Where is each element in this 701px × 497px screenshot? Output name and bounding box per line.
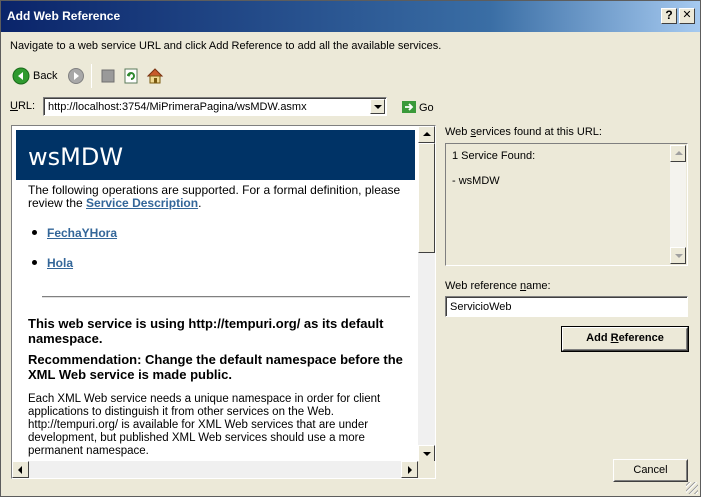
reference-name-label: Web reference name: <box>445 280 551 292</box>
refresh-icon[interactable] <box>122 67 140 85</box>
intro-text: The following operations are supported. … <box>28 183 401 210</box>
arrow-up-icon <box>423 132 431 136</box>
list-item: Hola <box>32 256 73 270</box>
reference-name-input[interactable] <box>445 296 688 317</box>
intro-paragraph: The following operations are supported. … <box>28 184 413 210</box>
arrow-down-icon <box>675 254 683 258</box>
home-icon[interactable] <box>146 67 164 85</box>
scroll-left-button[interactable] <box>12 461 29 478</box>
scroll-down-button <box>670 247 686 264</box>
intro-end: . <box>198 196 202 210</box>
page-header-band: wsMDW <box>16 130 415 180</box>
back-button-label[interactable]: Back <box>33 70 57 82</box>
add-reference-button[interactable]: Add Reference <box>561 326 689 352</box>
add-reference-label-post: eference <box>618 332 664 344</box>
reference-label-pre: Web reference <box>445 280 521 292</box>
add-reference-label-pre: Add <box>586 332 611 344</box>
browser-vertical-scrollbar[interactable] <box>418 126 435 462</box>
dialog-title: Add Web Reference <box>7 9 121 23</box>
reference-label-post: ame: <box>526 280 551 292</box>
services-found-list[interactable]: 1 Service Found: - wsMDW <box>445 143 688 266</box>
toolbar-separator <box>91 64 92 88</box>
namespace-paragraph: Each XML Web service needs a unique name… <box>28 393 381 457</box>
namespace-warning: This web service is using http://tempuri… <box>28 316 408 458</box>
services-count-text: 1 Service Found: <box>452 150 536 162</box>
go-button-label[interactable]: Go <box>419 102 434 114</box>
service-heading: wsMDW <box>28 143 124 171</box>
operation-link-fechayhora[interactable]: FechaYHora <box>47 226 117 240</box>
url-combobox[interactable]: http://localhost:3754/MiPrimeraPagina/ws… <box>43 97 387 116</box>
url-dropdown-button[interactable] <box>370 99 385 114</box>
arrow-left-icon <box>18 466 22 474</box>
services-label-post: ervices found at this URL: <box>475 126 602 138</box>
close-button[interactable]: ✕ <box>679 8 695 24</box>
bullet-icon <box>32 260 37 265</box>
scroll-thumb[interactable] <box>418 143 435 253</box>
services-vertical-scrollbar <box>670 145 686 264</box>
scroll-up-button[interactable] <box>418 126 435 143</box>
scroll-down-button[interactable] <box>418 445 435 462</box>
scroll-corner <box>418 461 435 478</box>
forward-icon <box>68 68 84 84</box>
resize-grip[interactable] <box>686 482 698 494</box>
operation-link-hola[interactable]: Hola <box>47 256 73 270</box>
service-list-item: - wsMDW <box>452 175 500 187</box>
help-button[interactable]: ? <box>661 8 677 24</box>
bullet-icon <box>32 230 37 235</box>
chevron-down-icon <box>374 105 382 109</box>
recommendation-text: Recommendation: Change the default names… <box>28 352 403 382</box>
scroll-right-button[interactable] <box>401 461 418 478</box>
url-label: URL: <box>10 100 35 112</box>
arrow-up-icon <box>675 151 683 155</box>
title-bar: Add Web Reference ? ✕ <box>1 1 700 32</box>
instruction-text: Navigate to a web service URL and click … <box>10 40 442 52</box>
page-body: The following operations are supported. … <box>28 184 413 210</box>
service-browser-pane[interactable]: wsMDW The following operations are suppo… <box>11 125 436 479</box>
arrow-down-icon <box>423 452 431 456</box>
scroll-up-button <box>670 145 686 162</box>
back-icon[interactable] <box>12 67 30 85</box>
divider <box>42 296 410 298</box>
add-reference-label-accel: R <box>610 332 619 344</box>
add-reference-button-face: Add Reference <box>563 328 687 350</box>
go-arrow-icon[interactable] <box>402 101 416 113</box>
stop-icon <box>101 69 115 83</box>
url-input[interactable]: http://localhost:3754/MiPrimeraPagina/ws… <box>48 101 307 113</box>
warning-title: This web service is using http://tempuri… <box>28 316 384 346</box>
add-web-reference-dialog: Add Web Reference ? ✕ Navigate to a web … <box>0 0 701 497</box>
services-label-pre: Web <box>445 126 471 138</box>
service-description-link[interactable]: Service Description <box>86 196 198 210</box>
services-found-label: Web services found at this URL: <box>445 126 602 138</box>
url-label-rest: RL: <box>17 100 36 112</box>
browser-horizontal-scrollbar[interactable] <box>12 461 418 478</box>
arrow-right-icon <box>408 466 412 474</box>
list-item: FechaYHora <box>32 226 117 240</box>
cancel-button-face: Cancel <box>614 460 687 481</box>
url-label-accel: U <box>10 100 18 112</box>
cancel-button[interactable]: Cancel <box>613 459 688 482</box>
